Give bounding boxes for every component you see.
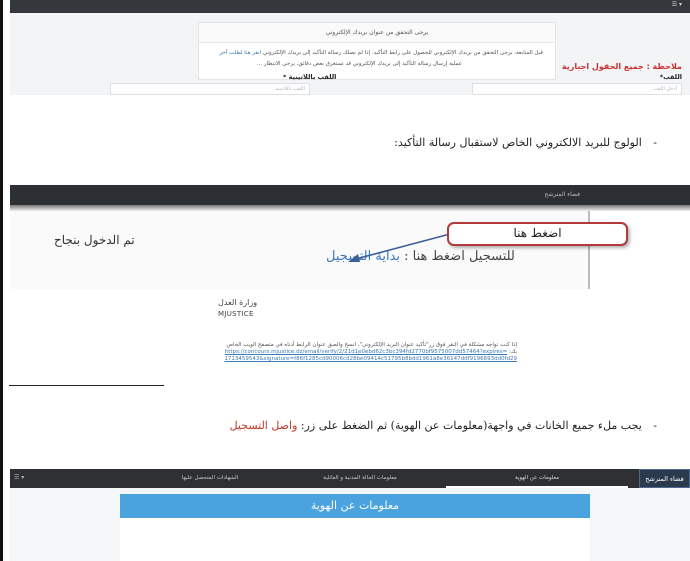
form-body: [120, 518, 590, 561]
instruction-text: الولوج للبريد الالكتروني الخاص لاستقبال …: [394, 136, 642, 149]
required-fields-note: ملاحظة : جميع الحقول اجبارية: [561, 62, 682, 71]
click-here-callout: اضغط هنا: [447, 222, 628, 246]
verify-email-screenshot: ☰ ▾ يرجى التحقق من عنوان بريدك الإلكترون…: [10, 0, 690, 95]
menu-icon[interactable]: ☰ ▾: [672, 1, 682, 8]
card-title: يرجى التحقق من عنوان بريدك الإلكتروني: [199, 23, 555, 43]
bullet-dash: -: [653, 136, 657, 149]
ministry-name-en: MJUSTICE: [218, 310, 254, 318]
tab-certificates[interactable]: الشهادات المتحصل عليها: [140, 469, 280, 488]
login-success-text: تم الدخول بنجاح: [54, 233, 135, 247]
wait-notice: عملية إرسال رسالة التأكيد إلى بريدك الإل…: [256, 61, 462, 67]
verify-text: قبل المتابعة، يرجى التحقق من بريدك الإلك…: [262, 50, 543, 56]
lastname-latin-input[interactable]: اللقب باللاتينية: [110, 83, 310, 95]
instruction-access-email: - الولوج للبريد الالكتروني الخاص لاستقبا…: [394, 136, 657, 149]
resend-link[interactable]: انقر هنا لطلب آخر: [219, 50, 261, 56]
top-navbar: ☰ ▾: [10, 0, 690, 13]
continue-registration-ref: واصل التسجيل: [229, 419, 298, 432]
divider: [9, 385, 164, 386]
identity-form-screenshot: فضاء المترشح معلومات عن الهوية معلومات ا…: [10, 469, 690, 561]
instruction-text: يجب ملء جميع الخانات في واجهة(معلومات عن…: [297, 419, 642, 432]
ministry-name-ar: وزارة العدل: [218, 298, 258, 307]
bullet-dash: -: [653, 419, 657, 432]
verify-instructions: قبل المتابعة، يرجى التحقق من بريدك الإلك…: [219, 50, 543, 56]
candidate-space-navbar: فضاء المترشح: [10, 185, 690, 205]
lastname-label: اللقب*: [659, 73, 682, 81]
lastname-input[interactable]: أدخل اللقب: [472, 83, 682, 95]
email-body: إذا كنت تواجه مشكلة في النقر فوق زر"تأكي…: [222, 342, 517, 363]
callout-arrow-icon: [348, 233, 451, 262]
instruction-fill-form: - يجب ملء جميع الخانات في واجهة(معلومات …: [230, 419, 657, 432]
menu-icon[interactable]: ☰ ▾: [14, 474, 24, 481]
tab-identity-info[interactable]: معلومات عن الهوية: [446, 469, 628, 488]
verify-url-link[interactable]: https://concours.mjustice.dz/email/verif…: [224, 349, 517, 362]
form-header: معلومات عن الهوية: [120, 494, 590, 518]
lastname-latin-label: اللقب باللاتينية *: [283, 73, 337, 81]
page-left-border: [0, 0, 3, 561]
brand-candidate-space[interactable]: فضاء المترشح: [639, 469, 690, 488]
navbar-label: فضاء المترشح: [544, 191, 580, 198]
form-navbar: فضاء المترشح معلومات عن الهوية معلومات ا…: [10, 469, 690, 488]
tab-civil-status[interactable]: معلومات الحالة المدنية و العائلية: [285, 469, 435, 488]
verify-email-card: يرجى التحقق من عنوان بريدك الإلكتروني قب…: [198, 22, 556, 80]
